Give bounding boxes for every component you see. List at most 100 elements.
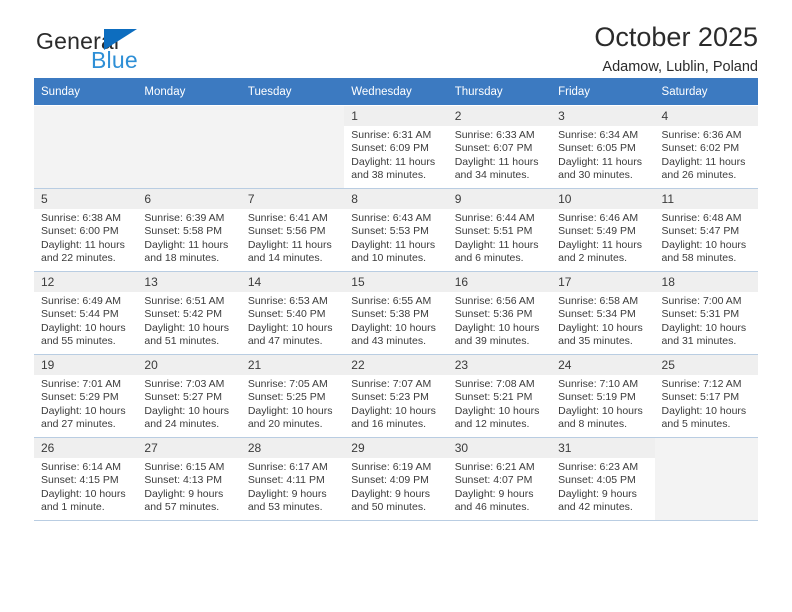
day-number: 30 bbox=[447, 438, 552, 458]
day-cell-inner bbox=[137, 106, 241, 188]
daylight-text-line2: and 55 minutes. bbox=[41, 335, 116, 348]
calendar-day-cell[interactable]: 19 Sunrise: 7:01 AM Sunset: 5:29 PM Dayligh… bbox=[34, 354, 138, 438]
calendar-day-cell[interactable]: 1 Sunrise: 6:31 AM Sunset: 6:09 PM Daylight… bbox=[344, 105, 448, 189]
calendar-day-cell[interactable]: 24 Sunrise: 7:10 AM Sunset: 5:19 PM Dayligh… bbox=[551, 354, 655, 438]
day-details: Sunrise: 6:14 AM Sunset: 4:15 PM Daylight:… bbox=[34, 458, 137, 515]
calendar-day-cell[interactable]: 13 Sunrise: 6:51 AM Sunset: 5:42 PM Dayligh… bbox=[137, 271, 241, 355]
calendar-day-cell[interactable]: 18 Sunrise: 7:00 AM Sunset: 5:31 PM Dayligh… bbox=[654, 271, 758, 355]
day-details: Sunrise: 6:49 AM Sunset: 5:44 PM Daylight:… bbox=[34, 292, 137, 349]
daylight-text-line2: and 30 minutes. bbox=[558, 169, 633, 182]
calendar-day-cell[interactable]: 6 Sunrise: 6:39 AM Sunset: 5:58 PM Daylight… bbox=[137, 188, 241, 272]
calendar-day-cell[interactable]: 4 Sunrise: 6:36 AM Sunset: 6:02 PM Daylight… bbox=[654, 105, 758, 189]
daylight-text-line2: and 22 minutes. bbox=[41, 252, 116, 265]
calendar-day-cell[interactable]: 14 Sunrise: 6:53 AM Sunset: 5:40 PM Dayligh… bbox=[240, 271, 345, 355]
day-number: 17 bbox=[551, 272, 655, 292]
sunset-text: Sunset: 5:44 PM bbox=[41, 308, 119, 321]
day-details: Sunrise: 6:38 AM Sunset: 6:00 PM Daylight:… bbox=[34, 209, 137, 266]
sunrise-text: Sunrise: 6:15 AM bbox=[144, 461, 225, 473]
day-details: Sunrise: 7:05 AM Sunset: 5:25 PM Daylight:… bbox=[241, 375, 344, 432]
day-details: Sunrise: 6:31 AM Sunset: 6:09 PM Daylight:… bbox=[344, 126, 447, 183]
calendar-day-cell[interactable]: 16 Sunrise: 6:56 AM Sunset: 5:36 PM Dayligh… bbox=[447, 271, 552, 355]
calendar-empty-cell bbox=[654, 437, 758, 521]
calendar-day-cell[interactable]: 5 Sunrise: 6:38 AM Sunset: 6:00 PM Daylight… bbox=[34, 188, 138, 272]
calendar-day-cell[interactable]: 12 Sunrise: 6:49 AM Sunset: 5:44 PM Dayligh… bbox=[34, 271, 138, 355]
daylight-text-line2: and 26 minutes. bbox=[661, 169, 737, 182]
calendar-day-cell[interactable]: 17 Sunrise: 6:58 AM Sunset: 5:34 PM Dayligh… bbox=[551, 271, 655, 355]
daylight-text-line2: and 58 minutes. bbox=[661, 252, 737, 265]
calendar-day-cell[interactable]: 27 Sunrise: 6:15 AM Sunset: 4:13 PM Dayligh… bbox=[137, 437, 241, 521]
day-details: Sunrise: 6:17 AM Sunset: 4:11 PM Daylight:… bbox=[241, 458, 344, 515]
daylight-text-line2: and 57 minutes. bbox=[144, 501, 220, 514]
sunrise-text: Sunrise: 6:34 AM bbox=[558, 129, 639, 141]
daylight-text-line1: Daylight: 10 hours bbox=[454, 321, 540, 334]
calendar-day-cell[interactable]: 30 Sunrise: 6:21 AM Sunset: 4:07 PM Dayligh… bbox=[447, 437, 552, 521]
calendar-day-cell[interactable]: 25 Sunrise: 7:12 AM Sunset: 5:17 PM Dayligh… bbox=[654, 354, 758, 438]
calendar-day-cell[interactable]: 2 Sunrise: 6:33 AM Sunset: 6:07 PM Daylight… bbox=[447, 105, 552, 189]
calendar-day-cell[interactable]: 15 Sunrise: 6:55 AM Sunset: 5:38 PM Dayligh… bbox=[344, 271, 448, 355]
day-details: Sunrise: 7:10 AM Sunset: 5:19 PM Daylight:… bbox=[551, 375, 654, 432]
daylight-text-line1: Daylight: 10 hours bbox=[351, 404, 436, 417]
calendar-day-cell[interactable]: 10 Sunrise: 6:46 AM Sunset: 5:49 PM Dayligh… bbox=[551, 188, 655, 272]
calendar-day-cell[interactable]: 11 Sunrise: 6:48 AM Sunset: 5:47 PM Dayligh… bbox=[654, 188, 758, 272]
day-cell-inner: 6 Sunrise: 6:39 AM Sunset: 5:58 PM Daylight… bbox=[137, 189, 241, 271]
sunrise-text: Sunrise: 6:21 AM bbox=[454, 461, 535, 473]
daylight-text-line1: Daylight: 11 hours bbox=[454, 238, 539, 251]
calendar-day-cell[interactable]: 7 Sunrise: 6:41 AM Sunset: 5:56 PM Daylight… bbox=[240, 188, 345, 272]
calendar-day-cell[interactable]: 20 Sunrise: 7:03 AM Sunset: 5:27 PM Dayligh… bbox=[137, 354, 241, 438]
daylight-text-line2: and 24 minutes. bbox=[144, 418, 220, 431]
calendar-day-cell[interactable]: 21 Sunrise: 7:05 AM Sunset: 5:25 PM Dayligh… bbox=[240, 354, 345, 438]
day-number: 8 bbox=[344, 189, 448, 209]
calendar-day-cell[interactable]: 22 Sunrise: 7:07 AM Sunset: 5:23 PM Dayligh… bbox=[344, 354, 448, 438]
calendar-day-cell[interactable]: 8 Sunrise: 6:43 AM Sunset: 5:53 PM Daylight… bbox=[344, 188, 448, 272]
weekday-header-wednesday: Wednesday bbox=[344, 78, 448, 106]
calendar-day-cell[interactable]: 9 Sunrise: 6:44 AM Sunset: 5:51 PM Daylight… bbox=[447, 188, 552, 272]
day-details: Sunrise: 6:53 AM Sunset: 5:40 PM Daylight:… bbox=[241, 292, 344, 349]
calendar-day-cell[interactable]: 29 Sunrise: 6:19 AM Sunset: 4:09 PM Dayligh… bbox=[344, 437, 448, 521]
day-details: Sunrise: 6:21 AM Sunset: 4:07 PM Daylight:… bbox=[448, 458, 551, 515]
day-number: 1 bbox=[344, 106, 448, 126]
day-details: Sunrise: 6:55 AM Sunset: 5:38 PM Daylight:… bbox=[344, 292, 447, 349]
sunset-text: Sunset: 6:00 PM bbox=[41, 225, 119, 238]
page-subtitle: Adamow, Lublin, Poland bbox=[602, 59, 758, 75]
sunrise-text: Sunrise: 6:14 AM bbox=[41, 461, 121, 473]
day-number: 23 bbox=[447, 355, 552, 375]
general-blue-logo[interactable]: General Blue bbox=[34, 28, 264, 80]
calendar-empty-cell bbox=[137, 105, 241, 189]
day-cell-inner: 27 Sunrise: 6:15 AM Sunset: 4:13 PM Dayligh… bbox=[137, 438, 241, 520]
calendar-day-cell[interactable]: 3 Sunrise: 6:34 AM Sunset: 6:05 PM Daylight… bbox=[551, 105, 655, 189]
daylight-text-line1: Daylight: 11 hours bbox=[558, 238, 642, 251]
calendar-day-cell[interactable]: 31 Sunrise: 6:23 AM Sunset: 4:05 PM Dayligh… bbox=[551, 437, 655, 521]
daylight-text-line1: Daylight: 11 hours bbox=[351, 155, 436, 168]
calendar-day-cell[interactable]: 23 Sunrise: 7:08 AM Sunset: 5:21 PM Dayligh… bbox=[447, 354, 552, 438]
day-cell-inner: 16 Sunrise: 6:56 AM Sunset: 5:36 PM Dayligh… bbox=[447, 272, 552, 354]
daylight-text-line2: and 38 minutes. bbox=[351, 169, 426, 182]
day-cell-inner: 7 Sunrise: 6:41 AM Sunset: 5:56 PM Daylight… bbox=[240, 189, 345, 271]
calendar-week-row: 1 Sunrise: 6:31 AM Sunset: 6:09 PM Daylight… bbox=[34, 105, 758, 189]
daylight-text-line1: Daylight: 10 hours bbox=[144, 404, 230, 417]
sunset-text: Sunset: 6:07 PM bbox=[454, 142, 533, 155]
day-details: Sunrise: 7:08 AM Sunset: 5:21 PM Daylight:… bbox=[448, 375, 551, 432]
sunrise-text: Sunrise: 6:17 AM bbox=[247, 461, 328, 473]
sunrise-text: Sunrise: 6:23 AM bbox=[558, 461, 639, 473]
day-cell-inner: 5 Sunrise: 6:38 AM Sunset: 6:00 PM Daylight… bbox=[34, 189, 138, 271]
weekday-header-friday: Friday bbox=[551, 78, 655, 106]
day-number: 29 bbox=[344, 438, 448, 458]
day-details: Sunrise: 6:15 AM Sunset: 4:13 PM Daylight:… bbox=[137, 458, 240, 515]
calendar-day-cell[interactable]: 26 Sunrise: 6:14 AM Sunset: 4:15 PM Dayligh… bbox=[34, 437, 138, 521]
day-cell-inner: 15 Sunrise: 6:55 AM Sunset: 5:38 PM Dayligh… bbox=[344, 272, 448, 354]
sunset-text: Sunset: 5:47 PM bbox=[661, 225, 740, 238]
day-number: 31 bbox=[551, 438, 655, 458]
day-cell-inner: 19 Sunrise: 7:01 AM Sunset: 5:29 PM Dayligh… bbox=[34, 355, 138, 437]
daylight-text-line2: and 2 minutes. bbox=[558, 252, 627, 265]
day-cell-inner: 1 Sunrise: 6:31 AM Sunset: 6:09 PM Daylight… bbox=[344, 106, 448, 188]
day-number: 24 bbox=[551, 355, 655, 375]
day-details: Sunrise: 6:56 AM Sunset: 5:36 PM Daylight:… bbox=[448, 292, 551, 349]
calendar-day-cell[interactable]: 28 Sunrise: 6:17 AM Sunset: 4:11 PM Dayligh… bbox=[240, 437, 345, 521]
daylight-text-line1: Daylight: 11 hours bbox=[454, 155, 539, 168]
daylight-text-line1: Daylight: 9 hours bbox=[351, 487, 431, 500]
sunrise-text: Sunrise: 6:41 AM bbox=[247, 212, 328, 224]
sunrise-text: Sunrise: 7:05 AM bbox=[247, 378, 328, 390]
calendar-week-row: 26 Sunrise: 6:14 AM Sunset: 4:15 PM Dayligh… bbox=[34, 437, 758, 521]
day-number: 16 bbox=[447, 272, 552, 292]
day-cell-inner: 9 Sunrise: 6:44 AM Sunset: 5:51 PM Daylight… bbox=[447, 189, 552, 271]
